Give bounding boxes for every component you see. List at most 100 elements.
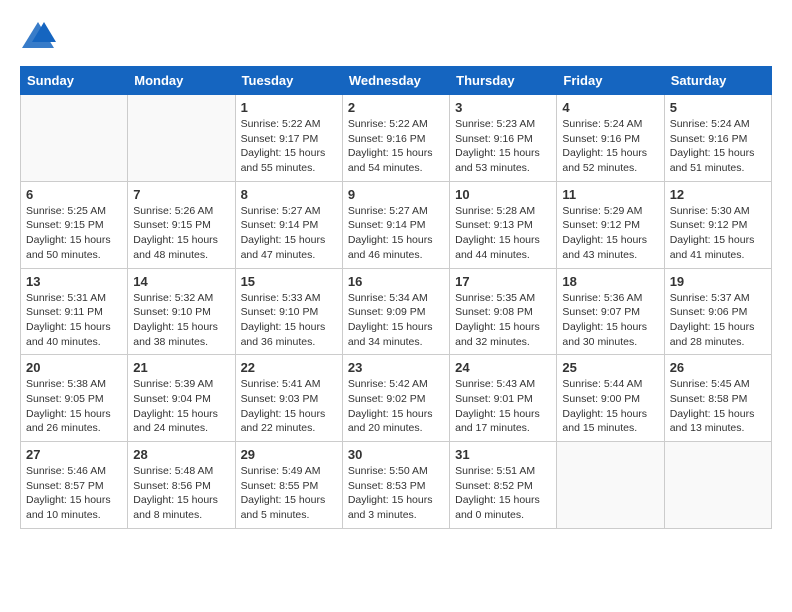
day-number: 26 [670,360,766,375]
page-header [20,20,772,50]
day-cell: 9 Sunrise: 5:27 AM Sunset: 9:14 PM Daylig… [342,181,449,268]
day-info: Sunrise: 5:38 AM Sunset: 9:05 PM Dayligh… [26,377,122,436]
day-info: Sunrise: 5:27 AM Sunset: 9:14 PM Dayligh… [348,204,444,263]
day-number: 7 [133,187,229,202]
day-number: 29 [241,447,337,462]
day-cell: 16 Sunrise: 5:34 AM Sunset: 9:09 PM Dayli… [342,268,449,355]
day-cell: 25Sunrise: 5:44 AM Sunset: 9:00 PM Dayli… [557,355,664,442]
day-info: Sunrise: 5:31 AM Sunset: 9:11 PM Dayligh… [26,291,122,350]
calendar-header-row: SundayMondayTuesdayWednesdayThursdayFrid… [21,67,772,95]
col-header-sunday: Sunday [21,67,128,95]
day-cell: 26 Sunrise: 5:45 AM Sunset: 8:58 PM Dayli… [664,355,771,442]
day-info: Sunrise: 5:23 AM Sunset: 9:16 PM Dayligh… [455,117,551,176]
day-cell: 23 Sunrise: 5:42 AM Sunset: 9:02 PM Dayli… [342,355,449,442]
day-cell: 10 Sunrise: 5:28 AM Sunset: 9:13 PM Dayli… [450,181,557,268]
day-cell: 31Sunrise: 5:51 AM Sunset: 8:52 PM Dayli… [450,442,557,529]
col-header-thursday: Thursday [450,67,557,95]
col-header-tuesday: Tuesday [235,67,342,95]
col-header-saturday: Saturday [664,67,771,95]
day-number: 4 [562,100,658,115]
week-row-3: 13 Sunrise: 5:31 AM Sunset: 9:11 PM Dayli… [21,268,772,355]
day-cell: 12 Sunrise: 5:30 AM Sunset: 9:12 PM Dayli… [664,181,771,268]
day-info: Sunrise: 5:37 AM Sunset: 9:06 PM Dayligh… [670,291,766,350]
day-cell: 6 Sunrise: 5:25 AM Sunset: 9:15 PM Daylig… [21,181,128,268]
day-number: 17 [455,274,551,289]
day-cell: 29 Sunrise: 5:49 AM Sunset: 8:55 PM Dayli… [235,442,342,529]
day-info: Sunrise: 5:50 AM Sunset: 8:53 PM Dayligh… [348,464,444,523]
day-info: Sunrise: 5:45 AM Sunset: 8:58 PM Dayligh… [670,377,766,436]
day-number: 8 [241,187,337,202]
day-cell [128,95,235,182]
day-cell [21,95,128,182]
day-number: 13 [26,274,122,289]
day-number: 28 [133,447,229,462]
day-number: 25 [562,360,658,375]
logo [20,20,60,50]
day-cell: 15 Sunrise: 5:33 AM Sunset: 9:10 PM Dayli… [235,268,342,355]
day-info: Sunrise: 5:27 AM Sunset: 9:14 PM Dayligh… [241,204,337,263]
day-cell: 30 Sunrise: 5:50 AM Sunset: 8:53 PM Dayli… [342,442,449,529]
col-header-monday: Monday [128,67,235,95]
day-cell: 21 Sunrise: 5:39 AM Sunset: 9:04 PM Dayli… [128,355,235,442]
day-number: 9 [348,187,444,202]
day-number: 10 [455,187,551,202]
day-number: 5 [670,100,766,115]
day-number: 24 [455,360,551,375]
day-info: Sunrise: 5:22 AM Sunset: 9:16 PM Dayligh… [348,117,444,176]
col-header-wednesday: Wednesday [342,67,449,95]
calendar-table: SundayMondayTuesdayWednesdayThursdayFrid… [20,66,772,529]
day-cell: 2Sunrise: 5:22 AM Sunset: 9:16 PM Daylig… [342,95,449,182]
day-info: Sunrise: 5:24 AM Sunset: 9:16 PM Dayligh… [562,117,658,176]
day-number: 23 [348,360,444,375]
week-row-4: 20 Sunrise: 5:38 AM Sunset: 9:05 PM Dayli… [21,355,772,442]
day-number: 18 [562,274,658,289]
day-cell: 3 Sunrise: 5:23 AM Sunset: 9:16 PM Daylig… [450,95,557,182]
day-cell: 8 Sunrise: 5:27 AM Sunset: 9:14 PM Daylig… [235,181,342,268]
day-number: 6 [26,187,122,202]
day-number: 16 [348,274,444,289]
day-info: Sunrise: 5:35 AM Sunset: 9:08 PM Dayligh… [455,291,551,350]
day-cell: 17 Sunrise: 5:35 AM Sunset: 9:08 PM Dayli… [450,268,557,355]
day-number: 12 [670,187,766,202]
week-row-5: 27 Sunrise: 5:46 AM Sunset: 8:57 PM Dayli… [21,442,772,529]
day-info: Sunrise: 5:28 AM Sunset: 9:13 PM Dayligh… [455,204,551,263]
day-info: Sunrise: 5:34 AM Sunset: 9:09 PM Dayligh… [348,291,444,350]
day-cell: 14 Sunrise: 5:32 AM Sunset: 9:10 PM Dayli… [128,268,235,355]
day-number: 3 [455,100,551,115]
day-info: Sunrise: 5:30 AM Sunset: 9:12 PM Dayligh… [670,204,766,263]
day-info: Sunrise: 5:36 AM Sunset: 9:07 PM Dayligh… [562,291,658,350]
day-cell: 19 Sunrise: 5:37 AM Sunset: 9:06 PM Dayli… [664,268,771,355]
day-number: 20 [26,360,122,375]
day-cell: 5Sunrise: 5:24 AM Sunset: 9:16 PM Daylig… [664,95,771,182]
day-cell: 4 Sunrise: 5:24 AM Sunset: 9:16 PM Daylig… [557,95,664,182]
day-info: Sunrise: 5:39 AM Sunset: 9:04 PM Dayligh… [133,377,229,436]
day-cell: 20 Sunrise: 5:38 AM Sunset: 9:05 PM Dayli… [21,355,128,442]
day-info: Sunrise: 5:29 AM Sunset: 9:12 PM Dayligh… [562,204,658,263]
day-number: 1 [241,100,337,115]
day-info: Sunrise: 5:49 AM Sunset: 8:55 PM Dayligh… [241,464,337,523]
day-number: 14 [133,274,229,289]
day-number: 22 [241,360,337,375]
day-number: 11 [562,187,658,202]
day-cell: 24Sunrise: 5:43 AM Sunset: 9:01 PM Dayli… [450,355,557,442]
day-number: 30 [348,447,444,462]
day-info: Sunrise: 5:33 AM Sunset: 9:10 PM Dayligh… [241,291,337,350]
day-cell: 13 Sunrise: 5:31 AM Sunset: 9:11 PM Dayli… [21,268,128,355]
week-row-1: 1Sunrise: 5:22 AM Sunset: 9:17 PM Daylig… [21,95,772,182]
col-header-friday: Friday [557,67,664,95]
day-info: Sunrise: 5:25 AM Sunset: 9:15 PM Dayligh… [26,204,122,263]
day-info: Sunrise: 5:42 AM Sunset: 9:02 PM Dayligh… [348,377,444,436]
day-cell: 18 Sunrise: 5:36 AM Sunset: 9:07 PM Dayli… [557,268,664,355]
week-row-2: 6 Sunrise: 5:25 AM Sunset: 9:15 PM Daylig… [21,181,772,268]
day-number: 27 [26,447,122,462]
day-info: Sunrise: 5:32 AM Sunset: 9:10 PM Dayligh… [133,291,229,350]
day-number: 15 [241,274,337,289]
logo-icon [20,20,56,50]
day-cell [664,442,771,529]
day-cell: 22Sunrise: 5:41 AM Sunset: 9:03 PM Dayli… [235,355,342,442]
day-cell: 1Sunrise: 5:22 AM Sunset: 9:17 PM Daylig… [235,95,342,182]
day-info: Sunrise: 5:26 AM Sunset: 9:15 PM Dayligh… [133,204,229,263]
day-number: 19 [670,274,766,289]
day-number: 21 [133,360,229,375]
day-info: Sunrise: 5:46 AM Sunset: 8:57 PM Dayligh… [26,464,122,523]
